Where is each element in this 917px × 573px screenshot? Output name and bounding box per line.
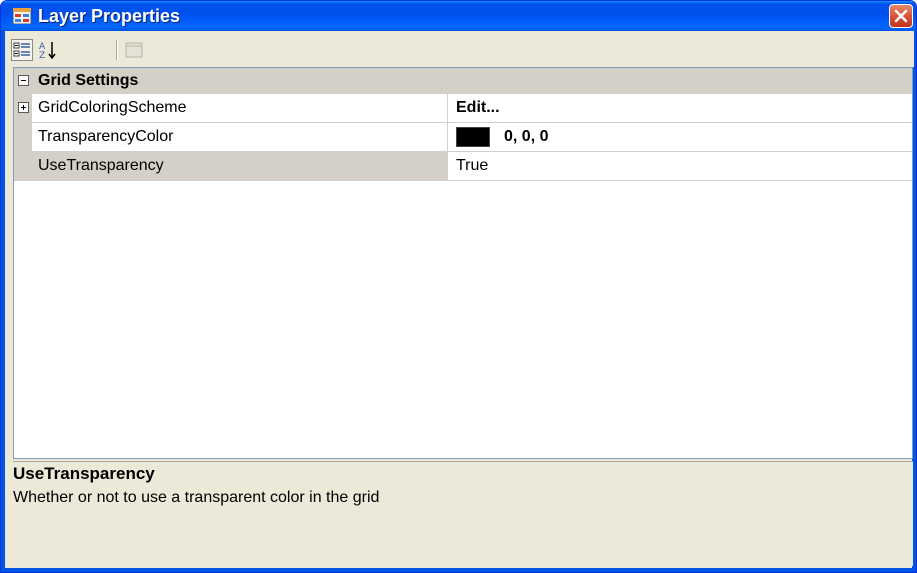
close-button[interactable] — [889, 4, 913, 28]
property-value[interactable]: Edit... — [448, 94, 912, 122]
collapse-icon[interactable] — [18, 75, 29, 86]
property-pages-icon — [125, 42, 143, 58]
app-icon — [13, 8, 31, 24]
categorized-button[interactable] — [11, 39, 33, 61]
property-value[interactable]: True — [448, 152, 912, 180]
title-bar[interactable]: Layer Properties — [1, 1, 916, 31]
expand-icon[interactable] — [18, 102, 29, 113]
property-value-cell[interactable]: 0, 0, 0 — [448, 123, 912, 151]
row-margin — [14, 123, 32, 151]
property-pages-button[interactable] — [123, 39, 145, 61]
window-title: Layer Properties — [38, 6, 181, 26]
category-label: Grid Settings — [38, 72, 139, 89]
alphabetical-button[interactable]: A Z — [37, 39, 59, 61]
property-name[interactable]: GridColoringScheme — [32, 94, 448, 122]
description-text: Whether or not to use a transparent colo… — [13, 489, 380, 506]
alphabetical-icon: A Z — [39, 42, 56, 61]
row-margin — [14, 94, 32, 122]
svg-text:Z: Z — [39, 51, 45, 61]
category-grid-settings[interactable]: Grid Settings — [14, 68, 912, 94]
property-name[interactable]: TransparencyColor — [32, 123, 448, 151]
description-panel: UseTransparency Whether or not to use a … — [13, 461, 913, 566]
window-border-bottom — [1, 568, 916, 572]
property-value: 0, 0, 0 — [504, 128, 549, 145]
client-area: A Z Grid Settings GridColoringScheme Edi… — [5, 31, 914, 568]
layer-properties-window: Layer Properties A Z Grid Settings GridC… — [0, 0, 917, 573]
property-row-gridcoloringscheme[interactable]: GridColoringScheme Edit... — [14, 94, 912, 123]
property-row-transparencycolor[interactable]: TransparencyColor 0, 0, 0 — [14, 123, 912, 152]
property-grid-toolbar: A Z — [5, 31, 914, 67]
property-row-usetransparency[interactable]: UseTransparency True — [14, 152, 912, 181]
toolbar-separator — [116, 40, 118, 60]
description-title: UseTransparency — [13, 464, 155, 483]
property-name[interactable]: UseTransparency — [32, 152, 448, 180]
row-margin — [14, 152, 32, 180]
categorized-icon — [13, 42, 30, 57]
close-icon — [894, 9, 908, 23]
property-grid[interactable]: Grid Settings GridColoringScheme Edit...… — [13, 67, 913, 459]
color-swatch — [456, 126, 490, 147]
